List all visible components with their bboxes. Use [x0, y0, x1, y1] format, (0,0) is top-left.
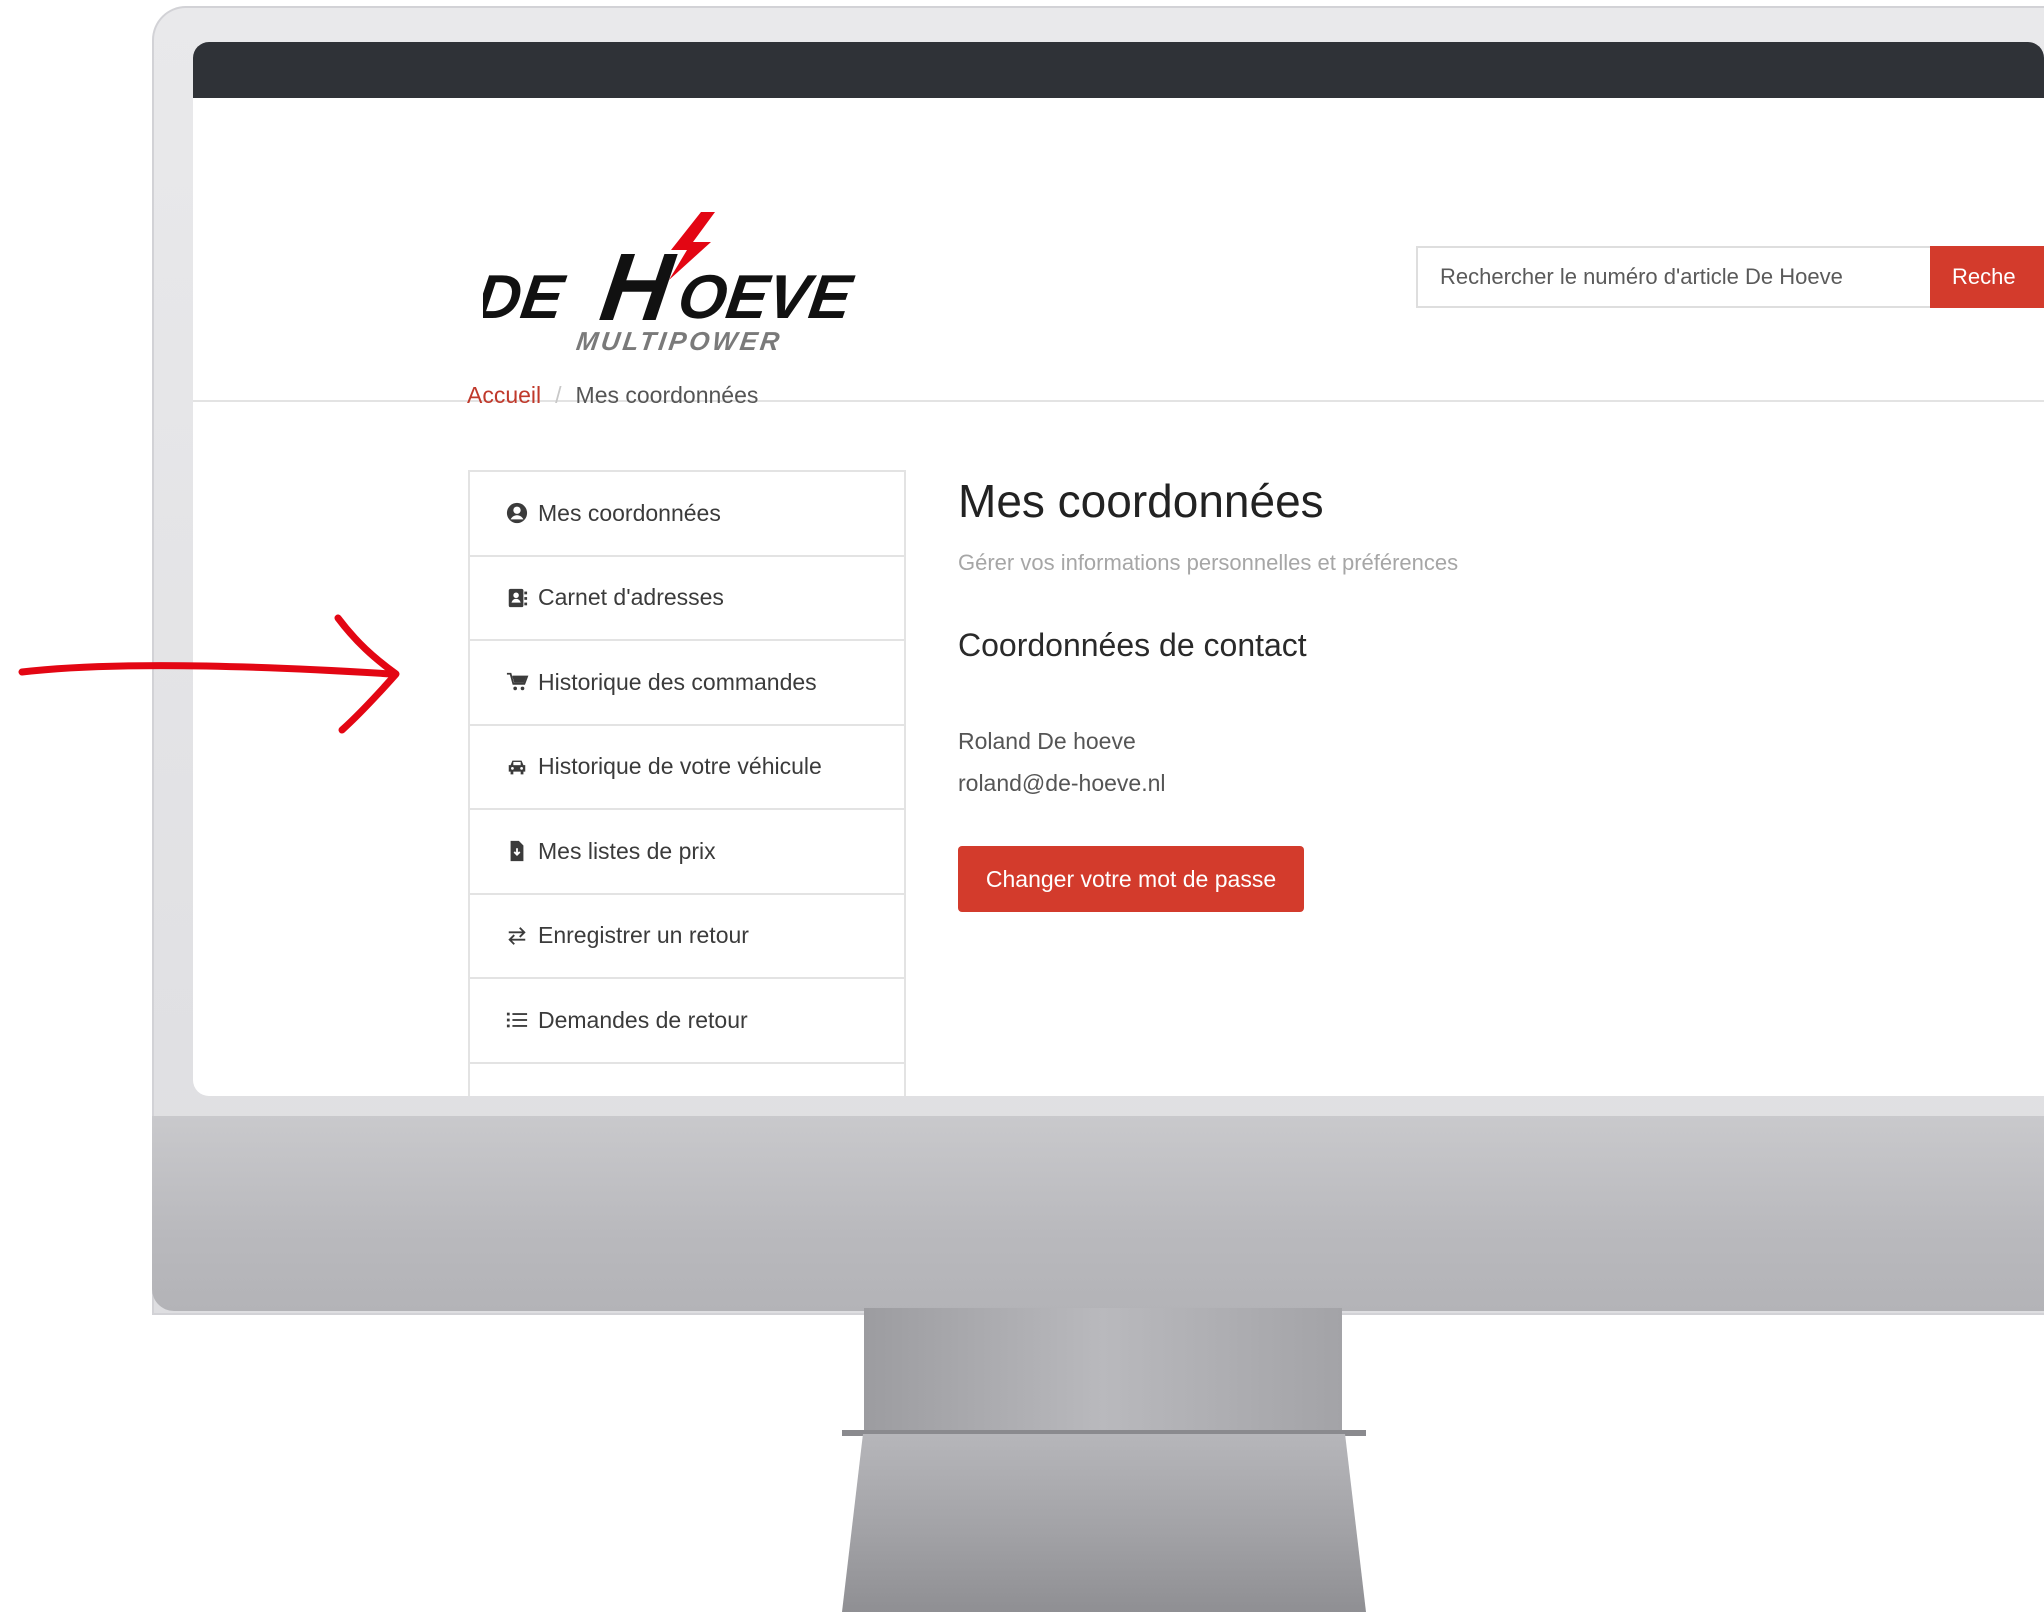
- sidebar-item-order-history[interactable]: Historique des commandes: [470, 641, 904, 726]
- breadcrumb-current: Mes coordonnées: [575, 382, 759, 408]
- de-hoeve-logo-graphic: DE H OEVE MULTIPOWER: [472, 212, 858, 356]
- user-circle-icon: [504, 501, 530, 525]
- breadcrumb-separator: /: [555, 382, 562, 408]
- sidebar-item-label: Mes listes de prix: [538, 837, 716, 864]
- breadcrumb-home-link[interactable]: Accueil: [467, 382, 541, 408]
- account-sidebar: Mes coordonnées Carnet d'adresses Histor…: [468, 470, 906, 1096]
- sidebar-item-register-return[interactable]: Enregistrer un retour: [470, 895, 904, 979]
- de-hoeve-logo[interactable]: DE H OEVE MULTIPOWER: [472, 210, 883, 360]
- svg-text:DE: DE: [483, 263, 570, 332]
- svg-text:H: H: [595, 234, 682, 340]
- site-header: DE H OEVE MULTIPOWER Reche: [193, 98, 2044, 402]
- monitor-chin: [152, 1116, 2044, 1311]
- sidebar-item-price-lists[interactable]: Mes listes de prix: [470, 810, 904, 895]
- contact-section-title: Coordonnées de contact: [958, 627, 1307, 663]
- breadcrumb: Accueil / Mes coordonnées: [467, 382, 758, 409]
- monitor-stand-neck: [864, 1308, 1342, 1436]
- article-search-input[interactable]: [1416, 246, 1930, 308]
- sidebar-item-my-details[interactable]: Mes coordonnées: [470, 472, 904, 557]
- car-icon: [504, 755, 530, 779]
- svg-text:OEVE: OEVE: [674, 263, 858, 332]
- page-subtitle: Gérer vos informations personnelles et p…: [958, 550, 1459, 575]
- sidebar-item-label: Historique de votre véhicule: [538, 753, 822, 780]
- contact-name: Roland De hoeve: [958, 728, 1136, 754]
- list-icon: [504, 1008, 530, 1032]
- sidebar-item-address-book[interactable]: Carnet d'adresses: [470, 557, 904, 641]
- cart-icon: [504, 670, 530, 694]
- change-password-button[interactable]: Changer votre mot de passe: [958, 846, 1304, 912]
- sidebar-item-label: Mes coordonnées: [538, 499, 721, 526]
- sidebar-item-return-requests[interactable]: Demandes de retour: [470, 979, 904, 1064]
- annotation-arrow-icon: [18, 614, 400, 734]
- svg-text:MULTIPOWER: MULTIPOWER: [574, 326, 784, 356]
- sidebar-item-label: Demandes de retour: [538, 1006, 748, 1033]
- sidebar-item-label: Historique des commandes: [538, 668, 817, 695]
- sidebar-item-label: Enregistrer un retour: [538, 922, 749, 949]
- address-book-icon: [504, 586, 530, 610]
- file-download-icon: [504, 839, 530, 863]
- exchange-icon: [504, 924, 530, 948]
- sidebar-item-vehicle-history[interactable]: Historique de votre véhicule: [470, 726, 904, 810]
- page-title: Mes coordonnées: [958, 475, 1324, 527]
- monitor-stand-base: [842, 1434, 1366, 1612]
- top-bar: [193, 42, 2044, 98]
- search-button[interactable]: Reche: [1930, 246, 2044, 308]
- sidebar-item-cut-off[interactable]: [470, 1064, 904, 1097]
- contact-email: roland@de-hoeve.nl: [958, 770, 1166, 796]
- sidebar-item-label: Carnet d'adresses: [538, 584, 724, 611]
- screen: DE H OEVE MULTIPOWER Reche Accueil / Mes c…: [193, 42, 2044, 1096]
